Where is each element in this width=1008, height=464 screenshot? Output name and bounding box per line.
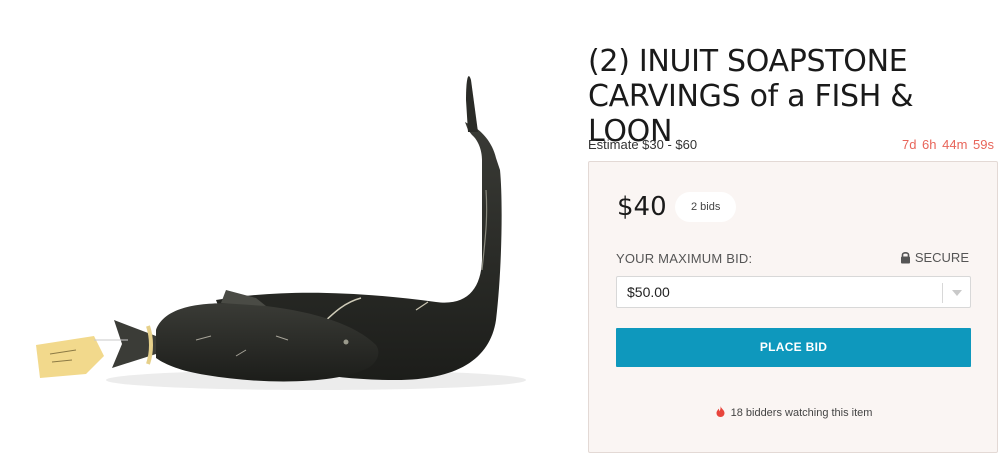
- countdown-timer: 7d 6h 44m 59s: [901, 137, 994, 152]
- select-divider: [942, 283, 943, 303]
- max-bid-value: $50.00: [627, 284, 670, 300]
- watchers-text: 18 bidders watching this item: [730, 407, 873, 419]
- max-bid-label: YOUR MAXIMUM BID:: [616, 251, 753, 266]
- lot-photo: [36, 76, 526, 390]
- lock-icon: [900, 252, 910, 264]
- bids-count-badge[interactable]: 2 bids: [675, 192, 737, 222]
- current-price: $40: [617, 192, 667, 222]
- secure-indicator: SECURE: [900, 250, 969, 265]
- estimate-row: Estimate $30 - $60 7d 6h 44m 59s: [588, 137, 994, 153]
- place-bid-button[interactable]: PLACE BID: [616, 328, 971, 367]
- flame-icon: [716, 406, 725, 417]
- bid-panel: $40 2 bids YOUR MAXIMUM BID: SECURE $50.…: [588, 161, 998, 453]
- lot-image[interactable]: [16, 40, 548, 434]
- lot-title: (2) INUIT SOAPSTONE CARVINGS of a FISH &…: [588, 44, 998, 149]
- max-bid-select[interactable]: $50.00: [616, 276, 971, 308]
- secure-label: SECURE: [914, 250, 969, 265]
- lot-title-line-1: (2) INUIT SOAPSTONE: [588, 44, 908, 79]
- watchers-info: 18 bidders watching this item: [589, 406, 999, 419]
- estimate: Estimate $30 - $60: [588, 137, 698, 152]
- chevron-down-icon[interactable]: [952, 290, 962, 296]
